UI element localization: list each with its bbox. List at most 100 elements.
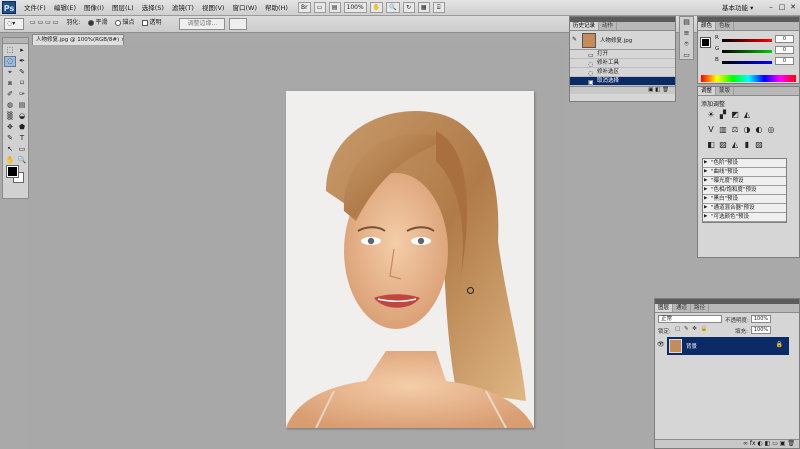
opacity-field[interactable]: 100% bbox=[751, 315, 771, 323]
layers-footer-icons[interactable]: ∞ fx ◐ ◧ ▭ ▣ 🗑 bbox=[655, 439, 799, 448]
curves-icon[interactable]: ◩ bbox=[730, 110, 740, 120]
tab-adjustments[interactable]: 调整 bbox=[698, 87, 717, 95]
menu-filter[interactable]: 滤镜(T) bbox=[168, 0, 198, 16]
shape-tool-icon[interactable]: ⬟ bbox=[16, 122, 28, 133]
workspace-switcher[interactable]: 基本功能 ▾ bbox=[722, 2, 753, 14]
tab-color[interactable]: 颜色 bbox=[698, 22, 717, 30]
refine-edge-button[interactable]: 调整边缘... bbox=[179, 18, 226, 30]
blend-mode-select[interactable]: 正常 bbox=[658, 315, 722, 323]
tab-actions[interactable]: 动作 bbox=[599, 22, 618, 30]
arrange-documents-icon[interactable]: ▦ bbox=[417, 2, 430, 13]
menu-file[interactable]: 文件(F) bbox=[20, 0, 50, 16]
black-white-icon[interactable]: ◑ bbox=[742, 125, 752, 135]
document-canvas[interactable] bbox=[286, 91, 534, 428]
dodge-tool-icon[interactable]: ◒ bbox=[16, 111, 28, 122]
transparent-check[interactable] bbox=[142, 19, 149, 26]
zoom-level-select[interactable]: 100% bbox=[343, 2, 367, 13]
red-slider[interactable] bbox=[722, 39, 772, 42]
history-footer-icons[interactable]: ▣ ◧ 🗑 bbox=[648, 87, 669, 94]
tab-paths[interactable]: 路径 bbox=[691, 304, 710, 312]
history-item-open[interactable]: ▭ 打开 bbox=[570, 50, 675, 59]
type-tool-icon[interactable]: T bbox=[16, 133, 28, 144]
blue-value-field[interactable]: 0 bbox=[775, 57, 794, 65]
menu-edit[interactable]: 编辑(E) bbox=[50, 0, 80, 16]
history-brush-tool-icon[interactable]: ✑ bbox=[16, 89, 28, 100]
history-snapshot[interactable]: ✎ 人物修复.jpg bbox=[570, 31, 675, 50]
lasso-preset-icon[interactable]: ◌▾ bbox=[4, 18, 24, 30]
brightness-icon[interactable]: ☀ bbox=[706, 110, 716, 120]
preset-levels[interactable]: "色阶"预设 bbox=[703, 159, 786, 168]
preset-black-white[interactable]: "黑白"预设 bbox=[703, 195, 786, 204]
radio-smooth[interactable]: 平滑 bbox=[86, 18, 109, 30]
menu-select[interactable]: 选择(S) bbox=[138, 0, 168, 16]
zoom-icon[interactable]: 🔍 bbox=[386, 2, 400, 13]
hue-saturation-icon[interactable]: ▥ bbox=[718, 125, 728, 135]
brush-tool-icon[interactable]: ⌑ bbox=[16, 78, 28, 89]
dock-navigator-icon[interactable]: ▭ bbox=[680, 50, 693, 61]
posterize-icon[interactable]: ▨ bbox=[718, 140, 728, 150]
lasso-tool-icon[interactable]: ◌ bbox=[4, 56, 16, 67]
rectangle-tool-icon[interactable]: ▭ bbox=[16, 144, 28, 155]
layer-visibility-eye-icon[interactable]: 👁 bbox=[657, 341, 665, 348]
photo-filter-icon[interactable]: ◐ bbox=[754, 125, 764, 135]
tab-channels[interactable]: 通道 bbox=[673, 304, 692, 312]
channel-mixer-icon[interactable]: ◎ bbox=[766, 125, 776, 135]
levels-icon[interactable]: ▞ bbox=[718, 110, 728, 120]
zoom-tool-icon[interactable]: 🔍 bbox=[16, 155, 28, 166]
history-item-patch-selection[interactable]: ◌ 修补选区 bbox=[570, 68, 675, 77]
exposure-icon[interactable]: ◭ bbox=[742, 110, 752, 120]
transparent-checkbox[interactable]: 透明 bbox=[140, 18, 163, 30]
eraser-tool-icon[interactable]: ◍ bbox=[4, 100, 16, 111]
menu-image[interactable]: 图像(I) bbox=[80, 0, 108, 16]
fill-field[interactable]: 100% bbox=[751, 326, 771, 334]
marquee-tool-icon[interactable]: ⬚ bbox=[4, 45, 16, 56]
hand-tool-icon[interactable]: ✋ bbox=[4, 155, 16, 166]
screen-mode-icon[interactable]: ⌸ bbox=[432, 2, 445, 13]
menu-window[interactable]: 窗口(W) bbox=[228, 0, 261, 16]
path-select-tool-icon[interactable]: ↖ bbox=[4, 144, 16, 155]
preset-curves[interactable]: "曲线"预设 bbox=[703, 168, 786, 177]
green-slider[interactable] bbox=[722, 50, 772, 53]
green-value-field[interactable]: 0 bbox=[775, 46, 794, 54]
lock-icons[interactable]: ▢ ✎ ✥ 🔒 bbox=[675, 326, 709, 332]
quick-select-tool-icon[interactable]: ✒ bbox=[16, 56, 28, 67]
color-balance-icon[interactable]: ⚖ bbox=[730, 125, 740, 135]
menu-layer[interactable]: 图层(L) bbox=[108, 0, 138, 16]
tool-preset-swatch[interactable] bbox=[229, 18, 248, 30]
freeform-pen-tool-icon[interactable]: ✎ bbox=[4, 133, 16, 144]
selective-color-icon[interactable]: ▨ bbox=[754, 140, 764, 150]
eyedropper-tool-icon[interactable]: ✎ bbox=[16, 67, 28, 78]
pen-tool-icon[interactable]: ✥ bbox=[4, 122, 16, 133]
move-tool-icon[interactable]: ▸ bbox=[16, 45, 28, 56]
menu-view[interactable]: 视图(V) bbox=[198, 0, 229, 16]
threshold-icon[interactable]: ◭ bbox=[730, 140, 740, 150]
rotate-view-icon[interactable]: ↻ bbox=[402, 2, 415, 13]
history-item-patch-tool[interactable]: ◌ 修补工具 bbox=[570, 59, 675, 68]
tab-history[interactable]: 历史记录 bbox=[570, 22, 600, 30]
close-button[interactable]: ✕ bbox=[787, 2, 799, 13]
gradient-map-icon[interactable]: ▮ bbox=[742, 140, 752, 150]
dock-actions-icon[interactable]: ≡ bbox=[680, 28, 693, 39]
red-value-field[interactable]: 0 bbox=[775, 35, 794, 43]
gradient-tool-icon[interactable]: ▤ bbox=[16, 100, 28, 111]
arrange-button[interactable]: ▤ bbox=[328, 2, 341, 13]
tab-masks[interactable]: 蒙版 bbox=[716, 87, 735, 95]
tab-swatches[interactable]: 色板 bbox=[716, 22, 735, 30]
clone-stamp-tool-icon[interactable]: ✐ bbox=[4, 89, 16, 100]
preset-exposure[interactable]: "曝光度"预设 bbox=[703, 177, 786, 186]
dock-history-icon[interactable]: ▤ bbox=[680, 17, 693, 28]
foreground-color-swatch[interactable] bbox=[6, 165, 19, 178]
vibrance-icon[interactable]: V bbox=[706, 125, 716, 135]
preset-hue-saturation[interactable]: "色相/饱和度"预设 bbox=[703, 186, 786, 195]
menu-help[interactable]: 帮助(H) bbox=[261, 0, 292, 16]
layer-row-background[interactable]: 背景 🔒 bbox=[667, 337, 789, 355]
blue-slider[interactable] bbox=[722, 61, 772, 64]
preset-channel-mixer[interactable]: "通道混合器"预设 bbox=[703, 204, 786, 213]
blur-tool-icon[interactable]: ▒ bbox=[4, 111, 16, 122]
dock-info-icon[interactable]: ⌾ bbox=[680, 39, 693, 50]
history-item-deselect[interactable]: ▣ 取消选择 bbox=[570, 77, 675, 86]
view-extras-button[interactable]: ▭ bbox=[313, 2, 326, 13]
patch-tool-icon[interactable]: ⧈ bbox=[4, 78, 16, 89]
radio-corner[interactable]: 锚点 bbox=[113, 18, 136, 30]
document-tab[interactable]: 人物修复.jpg @ 100%(RGB/8#) × bbox=[32, 34, 124, 45]
